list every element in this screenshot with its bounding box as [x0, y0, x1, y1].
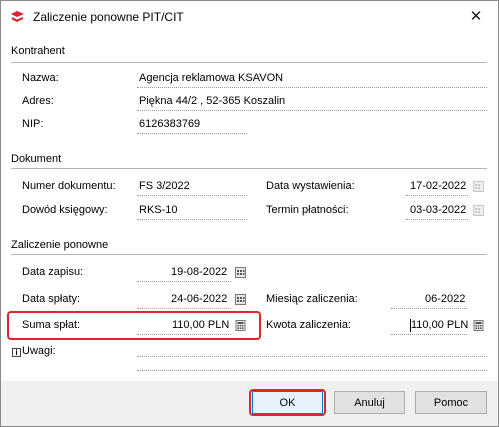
data-splaty-underline: [137, 308, 231, 309]
calendar-icon: [473, 205, 484, 216]
dowod-ksiegowy-value: RKS-10: [139, 204, 178, 216]
miesiac-zaliczenia-input[interactable]: 06-2022: [425, 293, 465, 305]
section-divider: [11, 62, 487, 63]
miesiac-zaliczenia-label: Miesiąc zaliczenia:: [266, 293, 358, 305]
data-wystawienia-value: 17-02-2022: [410, 180, 467, 192]
kwota-zaliczenia-label: Kwota zaliczenia:: [266, 319, 351, 331]
section-dokument-header: Dokument: [11, 153, 62, 165]
termin-underline: [406, 219, 468, 220]
nip-underline: [137, 133, 247, 134]
section-divider: [11, 254, 487, 255]
kwota-zaliczenia-input[interactable]: 110,00 PLN: [411, 319, 468, 331]
calendar-icon: [473, 181, 484, 192]
miesiac-underline: [391, 308, 467, 309]
termin-platnosci-value: 03-03-2022: [410, 204, 467, 216]
uwagi-label: Uwagi:: [22, 345, 56, 357]
data-zapisu-input[interactable]: 19-08-2022: [171, 266, 227, 278]
text-cursor: [410, 319, 411, 332]
dialog-window: Zaliczenie ponowne PIT/CIT ✕ Kontrahent …: [0, 0, 499, 427]
uwagi-input-line-1[interactable]: [137, 356, 487, 357]
adres-value: Piękna 44/2 , 52-365 Koszalin: [139, 95, 286, 107]
section-kontrahent-header: Kontrahent: [11, 45, 65, 57]
pomoc-button[interactable]: Pomoc: [415, 391, 487, 414]
data-splaty-label: Data spłaty:: [22, 293, 81, 305]
nazwa-value: Agencja reklamowa KSAVON: [139, 72, 284, 84]
data-zapisu-underline: [137, 281, 231, 282]
nazwa-underline: [137, 87, 487, 88]
suma-splat-highlight: [7, 311, 261, 340]
data-wystawienia-label: Data wystawienia:: [266, 180, 355, 192]
close-button[interactable]: ✕: [454, 1, 498, 32]
calculator-icon[interactable]: [473, 320, 484, 331]
close-icon: ✕: [469, 8, 483, 25]
title-bar: Zaliczenie ponowne PIT/CIT ✕: [1, 1, 498, 32]
numer-dokumentu-value: FS 3/2022: [139, 180, 190, 192]
termin-platnosci-label: Termin płatności:: [266, 204, 349, 216]
adres-underline: [137, 110, 487, 111]
adres-label: Adres:: [22, 95, 54, 107]
data-zapisu-label: Data zapisu:: [22, 266, 84, 278]
numer-underline: [137, 195, 247, 196]
nip-label: NIP:: [22, 118, 44, 130]
calendar-icon[interactable]: [235, 267, 246, 278]
app-logo-icon: [11, 11, 24, 22]
nip-value: 6126383769: [139, 118, 201, 130]
data-wystawienia-underline: [406, 195, 468, 196]
nazwa-label: Nazwa:: [22, 72, 59, 84]
section-zaliczenie-header: Zaliczenie ponowne: [11, 239, 109, 251]
data-splaty-input[interactable]: 24-06-2022: [171, 293, 227, 305]
numer-dokumentu-label: Numer dokumentu:: [22, 180, 116, 192]
kwota-underline: [391, 334, 467, 335]
calendar-icon[interactable]: [235, 294, 246, 305]
dowod-underline: [137, 219, 247, 220]
uwagi-input-line-2[interactable]: [137, 370, 487, 371]
section-divider: [11, 168, 487, 169]
info-icon: i: [12, 348, 21, 357]
anuluj-button[interactable]: Anuluj: [334, 391, 405, 414]
dowod-ksiegowy-label: Dowód księgowy:: [22, 204, 108, 216]
window-title: Zaliczenie ponowne PIT/CIT: [33, 10, 184, 24]
ok-button-highlight: [249, 389, 326, 416]
